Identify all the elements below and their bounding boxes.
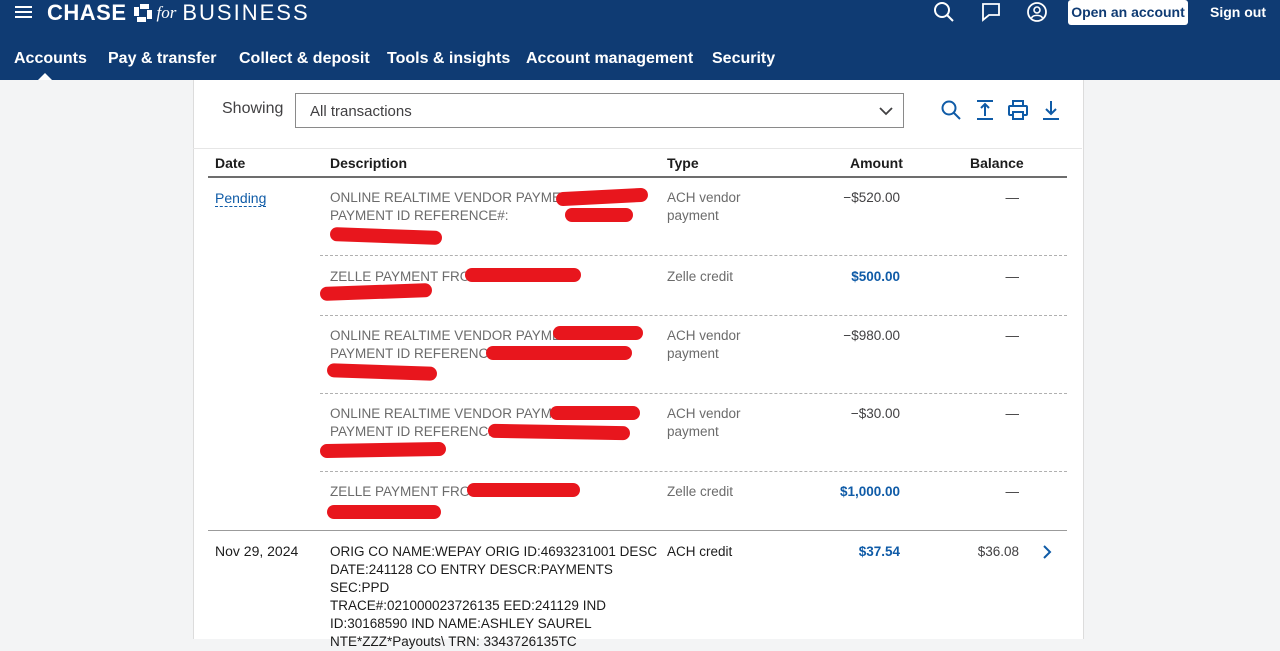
redaction-mark — [550, 406, 640, 420]
pending-link[interactable]: Pending — [215, 190, 267, 207]
top-header: CHASE for BUSINESS Open an account Sign … — [0, 0, 1280, 80]
logo-chase-text: CHASE — [47, 0, 127, 25]
row-amount: $500.00 — [851, 269, 900, 284]
table-header-rule — [208, 176, 1067, 178]
row-amount: −$980.00 — [843, 328, 900, 343]
column-header-description[interactable]: Description — [330, 155, 407, 171]
row-separator — [320, 471, 1067, 472]
chevron-down-icon — [879, 107, 893, 116]
pending-date-label[interactable]: Pending — [215, 190, 267, 207]
column-header-date[interactable]: Date — [215, 155, 245, 171]
row-description: ORIG CO NAME:WEPAY ORIG ID:4693231001 DE… — [330, 544, 658, 649]
row-type: ACH credit — [667, 544, 733, 559]
row-separator — [320, 255, 1067, 256]
row-separator — [320, 393, 1067, 394]
row-balance: — — [1005, 269, 1020, 284]
nav-security[interactable]: Security — [712, 50, 775, 68]
profile-icon[interactable] — [1026, 1, 1048, 23]
nav-accounts[interactable]: Accounts — [14, 50, 87, 68]
transaction-filter-value: All transactions — [310, 103, 412, 120]
row-amount: $1,000.00 — [839, 484, 900, 499]
redaction-mark — [327, 505, 441, 519]
nav-tools-insights[interactable]: Tools & insights — [387, 50, 510, 68]
row-date: Nov 29, 2024 — [215, 543, 299, 559]
chevron-right-icon[interactable] — [1042, 545, 1052, 559]
nav-pay-transfer[interactable]: Pay & transfer — [108, 50, 217, 68]
download-icon[interactable] — [1040, 99, 1062, 121]
row-balance: — — [1005, 190, 1020, 205]
open-account-button[interactable]: Open an account — [1068, 0, 1188, 25]
group-separator — [208, 530, 1067, 531]
redaction-mark — [486, 346, 632, 360]
row-amount: −$520.00 — [843, 190, 900, 205]
print-icon[interactable] — [1007, 99, 1029, 121]
messages-icon[interactable] — [980, 1, 1002, 23]
row-balance: — — [1005, 328, 1020, 343]
column-header-balance[interactable]: Balance — [970, 155, 1024, 171]
redaction-mark — [553, 326, 643, 340]
redaction-mark — [565, 208, 633, 222]
row-balance: $36.08 — [977, 544, 1019, 559]
redaction-mark — [467, 483, 580, 497]
row-type: ACH vendor payment — [667, 406, 741, 439]
upload-icon[interactable] — [974, 99, 996, 121]
logo-business-text: BUSINESS — [182, 0, 310, 25]
row-amount: −$30.00 — [850, 406, 900, 421]
row-type: Zelle credit — [667, 269, 734, 284]
row-type: ACH vendor payment — [667, 328, 741, 361]
row-balance: — — [1005, 406, 1020, 421]
row-type: Zelle credit — [667, 484, 734, 499]
search-icon[interactable] — [933, 1, 955, 23]
chase-octagon-icon — [133, 4, 152, 22]
toolbar-divider — [193, 148, 1082, 149]
redaction-mark — [465, 268, 581, 282]
row-separator — [320, 315, 1067, 316]
column-header-amount[interactable]: Amount — [850, 155, 903, 171]
logo-for-text: for — [156, 3, 177, 22]
redaction-mark — [487, 423, 631, 441]
nav-account-management[interactable]: Account management — [526, 50, 693, 68]
row-type: ACH vendor payment — [667, 190, 741, 223]
row-amount: $37.54 — [858, 544, 900, 559]
transaction-filter-select[interactable]: All transactions — [295, 93, 904, 128]
redaction-mark — [319, 441, 447, 459]
column-header-type[interactable]: Type — [667, 155, 699, 171]
row-balance: — — [1005, 484, 1020, 499]
menu-icon[interactable] — [15, 4, 32, 20]
showing-label: Showing — [222, 100, 284, 117]
chase-logo[interactable]: CHASE for BUSINESS — [47, 0, 310, 26]
nav-collect-deposit[interactable]: Collect & deposit — [239, 50, 370, 68]
search-icon[interactable] — [940, 99, 962, 121]
active-nav-indicator — [38, 73, 52, 80]
sign-out-link[interactable]: Sign out — [1210, 4, 1266, 20]
